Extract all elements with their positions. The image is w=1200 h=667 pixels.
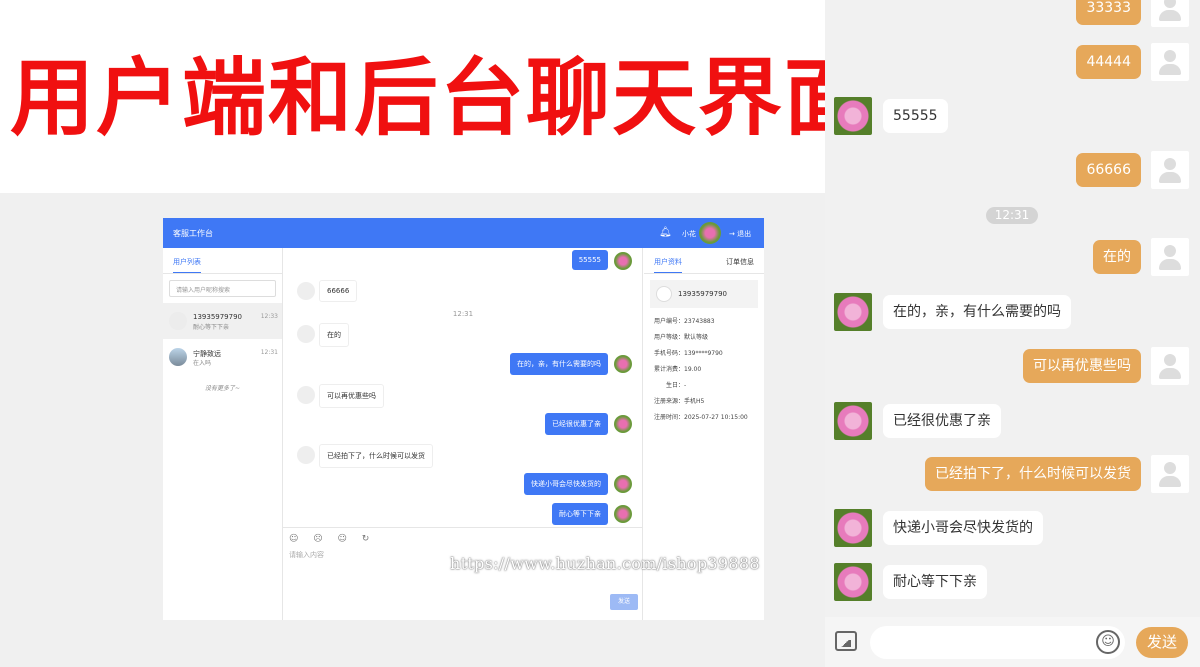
message-user: 已经拍下了，什么时候可以发货 bbox=[825, 455, 1200, 495]
profile-register-time: 注册时间：2025-07-27 10:15:00 bbox=[654, 414, 748, 421]
avatar bbox=[834, 97, 872, 135]
avatar bbox=[834, 563, 872, 601]
avatar bbox=[1151, 151, 1189, 189]
user-time: 12:31 bbox=[260, 349, 278, 356]
mobile-message-input[interactable] bbox=[870, 626, 1125, 659]
avatar bbox=[834, 509, 872, 547]
user-last-message: 耐心等下下亲 bbox=[193, 324, 230, 331]
no-more-label: 没有更多了~ bbox=[204, 385, 241, 392]
message-agent: 55555 bbox=[571, 250, 632, 270]
profile-birthday: 生日：- bbox=[666, 382, 687, 389]
user-name: 13935979790 bbox=[193, 313, 242, 321]
message-shop: 耐心等下下亲 bbox=[825, 563, 1200, 603]
message-agent: 快递小哥会尽快发货的 bbox=[524, 473, 632, 495]
user-list-panel: 用户列表 请输入用户昵称搜索 13935979790 耐心等下下亲 12:33 … bbox=[163, 248, 283, 620]
user-last-message: 在入吗 bbox=[193, 360, 212, 367]
message-user: 在的 bbox=[825, 238, 1200, 278]
tab-order-info[interactable]: 订单信息 bbox=[726, 257, 754, 267]
avatar bbox=[614, 252, 632, 270]
profile-level: 用户等级：默认等级 bbox=[654, 334, 709, 341]
message-user: 在的 bbox=[297, 323, 349, 347]
profile-spend: 累计消费：19.00 bbox=[654, 366, 702, 373]
emoji-toolbar-icons[interactable]: ☺ ☹ ☺ ↻ bbox=[289, 534, 375, 544]
avatar bbox=[1151, 347, 1189, 385]
message-user: 66666 bbox=[297, 280, 358, 302]
admin-title: 客服工作台 bbox=[173, 229, 213, 238]
message-user: 已经拍下了，什么时候可以发货 bbox=[297, 444, 433, 468]
message-user: 33333 bbox=[825, 0, 1200, 29]
admin-send-button[interactable]: 发送 bbox=[610, 594, 638, 610]
message-user: 44444 bbox=[825, 43, 1200, 83]
mobile-chat: 33333 44444 55555 66666 12:31 在的 在的，亲，有什… bbox=[825, 0, 1200, 667]
message-user: 可以再优惠些吗 bbox=[825, 347, 1200, 387]
message-user: 66666 bbox=[825, 151, 1200, 191]
avatar bbox=[169, 312, 187, 330]
message-shop: 在的，亲，有什么需要的吗 bbox=[825, 293, 1200, 333]
admin-header: 客服工作台 🔔︎ 小花 → 退出 bbox=[163, 218, 764, 248]
banner-title: 用户端和后台聊天界面 bbox=[10, 49, 871, 147]
avatar bbox=[1151, 238, 1189, 276]
avatar bbox=[834, 402, 872, 440]
avatar bbox=[656, 286, 672, 302]
profile-phone: 13935979790 bbox=[678, 290, 727, 298]
avatar bbox=[614, 355, 632, 373]
avatar bbox=[1151, 455, 1189, 493]
user-list-item[interactable]: 宁静致远 在入吗 12:31 bbox=[163, 339, 282, 375]
image-icon[interactable] bbox=[835, 631, 857, 651]
avatar bbox=[614, 415, 632, 433]
user-list-item[interactable]: 13935979790 耐心等下下亲 12:33 bbox=[163, 303, 282, 339]
avatar bbox=[614, 505, 632, 523]
message-time: 12:31 bbox=[986, 207, 1038, 224]
avatar bbox=[297, 386, 315, 404]
message-shop: 已经很优惠了亲 bbox=[825, 402, 1200, 442]
admin-message-list: 55555 66666 12:31 在的 在的，亲，有什么需要的吗 可以再优惠些… bbox=[283, 248, 642, 528]
profile-mobile: 手机号码：139****9790 bbox=[654, 350, 723, 357]
profile-tabs: 用户资料 订单信息 bbox=[644, 248, 764, 274]
avatar bbox=[297, 282, 315, 300]
message-shop: 55555 bbox=[825, 97, 1200, 137]
emoji-icon[interactable]: ☺ bbox=[1096, 630, 1120, 654]
avatar bbox=[1151, 0, 1189, 27]
logout-button[interactable]: → 退出 bbox=[729, 229, 751, 239]
banner: 用户端和后台聊天界面 bbox=[0, 0, 868, 193]
user-search-input[interactable]: 请输入用户昵称搜索 bbox=[169, 280, 276, 297]
agent-name: 小花 bbox=[682, 230, 696, 238]
avatar bbox=[297, 446, 315, 464]
avatar bbox=[614, 475, 632, 493]
avatar bbox=[169, 348, 187, 366]
message-user: 可以再优惠些吗 bbox=[297, 384, 384, 408]
profile-source: 注册来源：手机H5 bbox=[654, 398, 705, 405]
profile-card: 13935979790 bbox=[650, 280, 758, 308]
user-time: 12:33 bbox=[260, 313, 278, 320]
admin-message-input[interactable]: 请输入内容 bbox=[289, 550, 324, 560]
tab-user-list[interactable]: 用户列表 bbox=[173, 257, 201, 273]
bell-icon[interactable]: 🔔︎ bbox=[659, 227, 672, 238]
message-agent: 已经很优惠了亲 bbox=[545, 413, 632, 435]
message-shop: 快递小哥会尽快发货的 bbox=[825, 509, 1200, 549]
profile-id: 用户编号：23743883 bbox=[654, 318, 715, 325]
avatar bbox=[297, 325, 315, 343]
message-agent: 在的，亲，有什么需要的吗 bbox=[510, 353, 632, 375]
message-agent: 耐心等下下亲 bbox=[552, 503, 632, 525]
avatar bbox=[1151, 43, 1189, 81]
agent-avatar[interactable] bbox=[699, 222, 721, 244]
tab-user-profile[interactable]: 用户资料 bbox=[654, 257, 682, 273]
message-time: 12:31 bbox=[452, 310, 474, 318]
mobile-send-button[interactable]: 发送 bbox=[1136, 627, 1188, 658]
avatar bbox=[834, 293, 872, 331]
watermark: https://www.huzhan.com/ishop39888 bbox=[450, 554, 760, 573]
mobile-input-bar: ☺ 发送 bbox=[825, 617, 1200, 667]
user-list-tabs: 用户列表 bbox=[163, 248, 282, 274]
